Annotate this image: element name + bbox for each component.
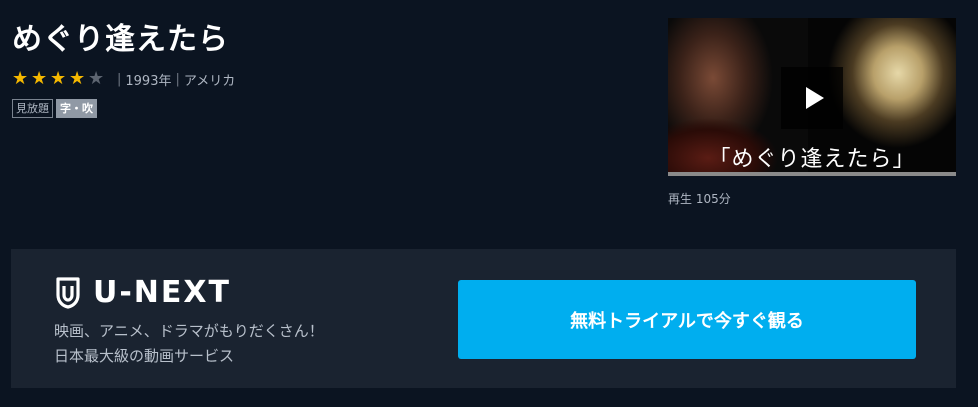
- page-title: めぐり逢えたら: [12, 22, 229, 57]
- free-trial-button[interactable]: 無料トライアルで今すぐ観る: [458, 280, 916, 359]
- star-icon: ★: [50, 68, 67, 89]
- meta-separator: |: [175, 71, 180, 87]
- star-rating: ★ ★ ★ ★ ★: [12, 69, 107, 89]
- star-icon: ★: [31, 68, 48, 89]
- star-icon: ★: [12, 68, 29, 89]
- tagline-line-1: 映画、アニメ、ドラマがもりだくさん！: [54, 322, 324, 340]
- tag-list: 見放題 字・吹: [12, 99, 97, 118]
- thumbnail-progress-bar: [668, 172, 956, 176]
- play-icon: [805, 87, 824, 109]
- tagline-line-2: 日本最大級の動画サービス: [54, 347, 235, 365]
- star-icon: ★: [88, 68, 105, 89]
- meta-row: ★ ★ ★ ★ ★ | 1993年 | アメリカ: [12, 69, 235, 89]
- star-icon: ★: [69, 68, 86, 89]
- promo-banner: U-NEXT 映画、アニメ、ドラマがもりだくさん！ 日本最大級の動画サービス 無…: [11, 249, 956, 388]
- video-thumbnail[interactable]: 「めぐり逢えたら」: [668, 18, 956, 176]
- release-year: 1993年: [125, 73, 172, 89]
- shield-icon: [56, 277, 80, 309]
- duration-label: 再生 105分: [668, 192, 731, 206]
- tag-unlimited: 見放題: [12, 99, 53, 118]
- tagline: 映画、アニメ、ドラマがもりだくさん！ 日本最大級の動画サービス: [54, 319, 324, 369]
- meta-separator: |: [117, 71, 122, 87]
- play-button[interactable]: [781, 67, 843, 129]
- logo-text: U-NEXT: [93, 275, 232, 310]
- country: アメリカ: [183, 73, 236, 89]
- unext-logo: U-NEXT: [55, 276, 231, 310]
- thumbnail-caption: 「めぐり逢えたら」: [708, 147, 916, 172]
- tag-subtitle-dub: 字・吹: [56, 99, 97, 118]
